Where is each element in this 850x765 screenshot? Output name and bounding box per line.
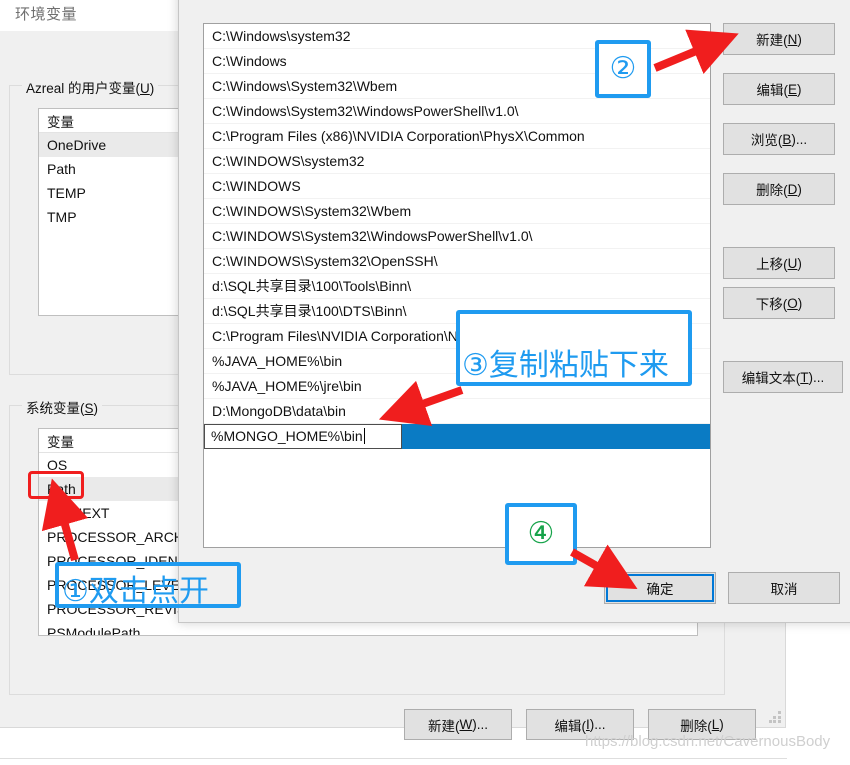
delete-button[interactable]: 删除(D) bbox=[723, 173, 835, 205]
label-mnemonic: U bbox=[140, 81, 150, 96]
button-label-prefix: 新建( bbox=[756, 33, 788, 48]
list-item[interactable]: C:\WINDOWS bbox=[204, 174, 710, 199]
annotation-step2-marker: ② bbox=[595, 40, 651, 98]
label-prefix: Azreal 的用户变量( bbox=[26, 81, 141, 96]
modal-ok-button[interactable]: 确定 bbox=[604, 572, 716, 604]
list-item-editing[interactable]: %MONGO_HOME%\bin bbox=[204, 424, 710, 449]
edit-text-button[interactable]: 编辑文本(T)... bbox=[723, 361, 843, 393]
label-prefix: 系统变量( bbox=[26, 401, 85, 416]
button-label-mnemonic: T bbox=[800, 369, 809, 385]
button-label-prefix: 编辑( bbox=[756, 83, 788, 98]
system-variables-group-label: 系统变量(S) bbox=[22, 397, 103, 417]
button-label-mnemonic: E bbox=[787, 81, 797, 97]
button-label-suffix: ) bbox=[797, 295, 803, 311]
list-item-empty[interactable] bbox=[204, 449, 710, 474]
list-item-empty[interactable] bbox=[204, 499, 710, 524]
annotation-step3-label: ③复制粘贴下来 bbox=[462, 348, 669, 383]
new-button[interactable]: 新建(N) bbox=[723, 23, 835, 55]
button-label-suffix: ) bbox=[797, 31, 802, 47]
list-item[interactable]: C:\Program Files (x86)\NVIDIA Corporatio… bbox=[204, 124, 710, 149]
path-entries-listbox[interactable]: C:\Windows\system32 C:\Windows C:\Windows\… bbox=[203, 23, 711, 548]
modal-cancel-button[interactable]: 取消 bbox=[728, 572, 840, 604]
dialog-title: 环境变量 bbox=[15, 6, 78, 23]
screenshot-root: 环境变量 Azreal 的用户变量(U) 变量 OneDrive Path TEMP… bbox=[0, 0, 850, 765]
button-label-suffix: ) bbox=[797, 81, 802, 97]
button-label-suffix: ) bbox=[797, 181, 802, 197]
move-down-button[interactable]: 下移(O) bbox=[723, 287, 835, 319]
table-row[interactable]: PSModulePath bbox=[39, 621, 697, 636]
list-item[interactable]: C:\WINDOWS\System32\Wbem bbox=[204, 199, 710, 224]
button-label-mnemonic: N bbox=[787, 31, 798, 47]
list-item[interactable]: C:\WINDOWS\system32 bbox=[204, 149, 710, 174]
list-item[interactable]: D:\MongoDB\data\bin bbox=[204, 399, 710, 424]
button-label-suffix: ) bbox=[797, 255, 802, 271]
annotation-step1-label: ①双击点开 bbox=[62, 574, 209, 609]
button-label-mnemonic: D bbox=[787, 181, 798, 197]
path-entry-input-value: %MONGO_HOME%\bin bbox=[211, 428, 363, 444]
list-item[interactable]: C:\Windows\System32\WindowsPowerShell\v1… bbox=[204, 99, 710, 124]
button-label-prefix: 下移( bbox=[755, 297, 788, 312]
list-item-empty[interactable] bbox=[204, 524, 710, 547]
footer-divider bbox=[0, 758, 787, 759]
watermark-text: https://blog.csdn.net/CavernousBody bbox=[585, 733, 831, 750]
move-up-button[interactable]: 上移(U) bbox=[723, 247, 835, 279]
edit-button[interactable]: 编辑(E) bbox=[723, 73, 835, 105]
list-item[interactable]: C:\WINDOWS\System32\OpenSSH\ bbox=[204, 249, 710, 274]
path-entry-input[interactable]: %MONGO_HOME%\bin bbox=[204, 424, 402, 449]
text-caret bbox=[363, 428, 365, 444]
button-label-suffix: )... bbox=[791, 131, 808, 147]
variable-name-cell: PSModulePath bbox=[47, 625, 141, 636]
browse-button[interactable]: 浏览(B)... bbox=[723, 123, 835, 155]
new-variable-button[interactable]: 新建(W)... bbox=[404, 709, 512, 740]
label-suffix: ) bbox=[93, 401, 99, 416]
user-variables-group-label: Azreal 的用户变量(U) bbox=[22, 77, 159, 97]
button-label-mnemonic: O bbox=[787, 295, 798, 311]
button-label-mnemonic: U bbox=[787, 255, 798, 271]
button-label-prefix: 上移( bbox=[756, 257, 788, 272]
button-label-suffix: )... bbox=[808, 369, 825, 385]
resize-grip-icon[interactable] bbox=[769, 711, 781, 723]
annotation-step4-marker: ④ bbox=[505, 503, 577, 565]
list-item[interactable]: d:\SQL共享目录\100\Tools\Binn\ bbox=[204, 274, 710, 299]
path-entries-rows: C:\Windows\system32 C:\Windows C:\Windows\… bbox=[204, 24, 710, 547]
button-label-mnemonic: B bbox=[782, 131, 792, 147]
button-label-prefix: 浏览( bbox=[750, 133, 783, 148]
button-label-prefix: 删除( bbox=[756, 183, 788, 198]
label-suffix: ) bbox=[149, 81, 155, 96]
button-label-prefix: 编辑文本( bbox=[741, 371, 801, 386]
annotation-highlight-path-row bbox=[28, 471, 84, 499]
list-item[interactable]: C:\WINDOWS\System32\WindowsPowerShell\v1… bbox=[204, 224, 710, 249]
list-item-empty[interactable] bbox=[204, 474, 710, 499]
label-mnemonic: S bbox=[84, 401, 94, 416]
